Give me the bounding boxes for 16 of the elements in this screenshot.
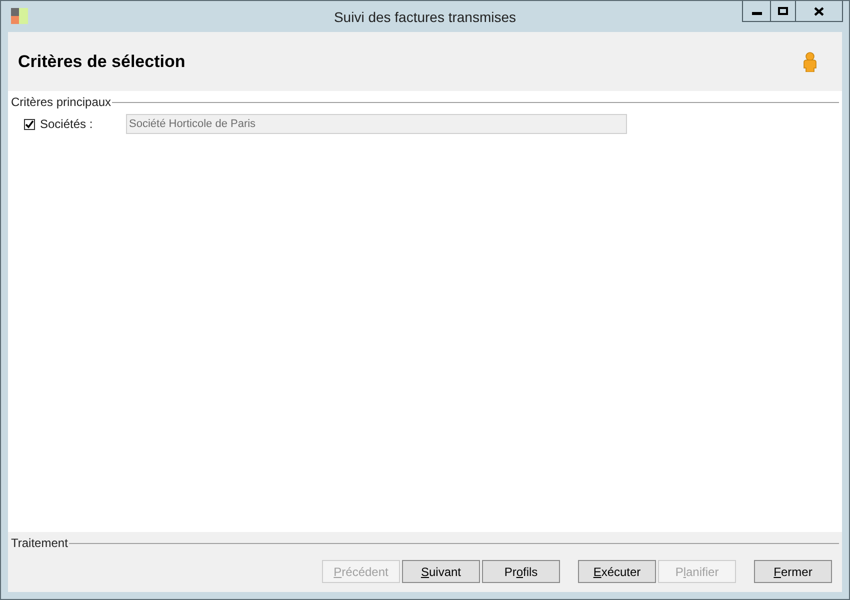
company-field[interactable]: Société Horticole de Paris <box>126 114 627 134</box>
person-icon <box>802 52 818 72</box>
group-legend: Critères principaux <box>11 93 112 111</box>
action-button[interactable]: Suivant <box>402 560 480 583</box>
window-title: Suivi des factures transmises <box>334 8 516 27</box>
field-label: Sociétés : <box>40 116 94 133</box>
action-button[interactable]: Fermer <box>754 560 832 583</box>
header-title: Critères de sélection <box>18 50 186 73</box>
action-button[interactable]: Exécuter <box>578 560 656 583</box>
app-icon <box>11 8 28 24</box>
action-button[interactable]: Profils <box>482 560 560 583</box>
minimize-icon <box>752 12 762 15</box>
group-legend: Traitement <box>11 534 69 552</box>
maximize-icon <box>778 7 788 15</box>
checkbox[interactable] <box>24 118 35 130</box>
close-icon <box>814 6 824 16</box>
